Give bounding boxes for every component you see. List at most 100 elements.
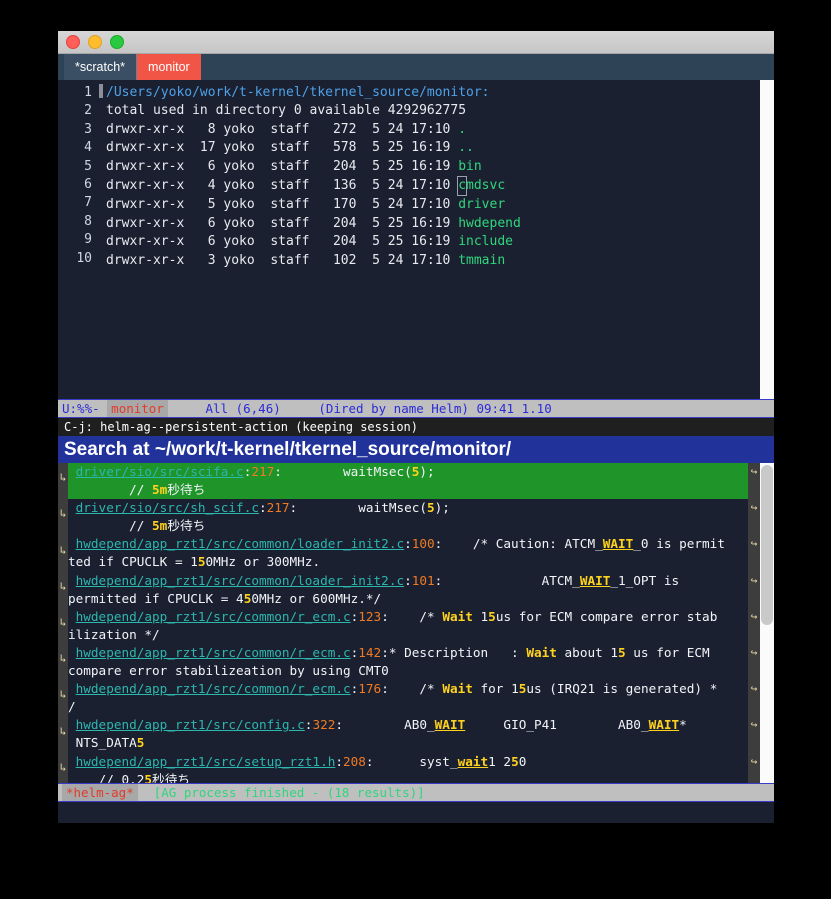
dired-row[interactable]: drwxr-xr-x 6 yoko staff 204 5 25 16:19 b… <box>106 158 760 176</box>
dired-scrollbar-thumb[interactable] <box>760 80 774 399</box>
helm-candidate-text: us for ECM compare error stab <box>495 608 718 624</box>
tab-monitor[interactable]: monitor <box>137 54 201 80</box>
helm-candidate-wrapped-line[interactable]: ilization */ <box>68 626 748 644</box>
line-number: 7 <box>84 195 92 211</box>
helm-candidate-wrapped-line[interactable]: // 5m秒待ち <box>68 481 748 499</box>
helm-candidate-head[interactable]: hwdepend/app_rzt1/src/common/loader_init… <box>68 572 748 590</box>
helm-candidate[interactable]: hwdepend/app_rzt1/src/common/loader_init… <box>68 535 748 571</box>
helm-candidate-text: GIO_P41 AB0_ <box>465 717 649 733</box>
helm-candidate[interactable]: hwdepend/app_rzt1/src/common/r_ecm.c:142… <box>68 644 748 680</box>
helm-left-fringe: ↳ ↳ ↳ ↳ ↳ ↳ ↳ ↳ ↳ <box>58 463 68 783</box>
helm-candidate-text: /* Caution: ATCM_ <box>442 536 603 552</box>
helm-candidate-head[interactable]: driver/sio/src/sh_scif.c:217: waitMsec(5… <box>68 499 748 517</box>
helm-candidate-text: _1_OPT is <box>610 572 687 588</box>
dired-listing[interactable]: /Users/yoko/work/t-kernel/tkernel_source… <box>106 80 760 399</box>
helm-candidate-text: WAIT <box>579 572 611 588</box>
helm-candidate[interactable]: hwdepend/app_rzt1/src/common/r_ecm.c:123… <box>68 608 748 644</box>
helm-candidate-head[interactable]: hwdepend/app_rzt1/src/config.c:322: AB0_… <box>68 716 748 734</box>
helm-candidate[interactable]: driver/sio/src/scifa.c:217: waitMsec(5);… <box>68 463 748 500</box>
helm-candidate-file: hwdepend/app_rzt1/src/common/loader_init… <box>75 536 405 552</box>
dired-row[interactable]: drwxr-xr-x 5 yoko staff 170 5 24 17:10 d… <box>106 196 760 214</box>
helm-candidate-wrapped-line[interactable]: // 5m秒待ち <box>68 517 748 535</box>
helm-candidate-text: 5m <box>152 518 168 534</box>
helm-candidate-file: hwdepend/app_rzt1/src/config.c <box>75 717 305 733</box>
helm-candidate[interactable]: hwdepend/app_rzt1/src/common/loader_init… <box>68 572 748 608</box>
dired-row-meta: drwxr-xr-x 6 yoko staff 204 5 25 16:19 <box>106 234 459 250</box>
helm-candidate-text: 5 <box>618 644 626 660</box>
helm-source-header: Search at ~/work/t-kernel/tkernel_source… <box>58 436 774 463</box>
modeline-buffer-name: monitor <box>107 400 168 417</box>
dired-scrollbar-trough[interactable] <box>760 80 774 399</box>
dired-path: /Users/yoko/work/t-kernel/tkernel_source… <box>106 85 490 100</box>
helm-candidate-lineno: 217 <box>266 500 290 516</box>
helm-candidate-lineno: 217 <box>251 464 275 479</box>
helm-candidate-wrapped-line[interactable]: NTS_DATA5 <box>68 734 748 752</box>
helm-candidate-wrapped-line[interactable]: compare error stabilizeation by using CM… <box>68 662 748 680</box>
helm-candidate[interactable]: hwdepend/app_rzt1/src/config.c:322: AB0_… <box>68 716 748 752</box>
helm-candidate-text: 5m <box>152 482 168 498</box>
helm-candidate-head[interactable]: hwdepend/app_rzt1/src/common/loader_init… <box>68 535 748 553</box>
dired-row[interactable]: drwxr-xr-x 8 yoko staff 272 5 24 17:10 . <box>106 121 760 139</box>
helm-candidate-text: wait <box>457 753 489 769</box>
screenshot-root: *scratch* monitor 1 2 3 4 5 6 7 8 9 10 /Users/yok… <box>0 0 831 899</box>
helm-candidate-wrapped-line[interactable]: / <box>68 698 748 716</box>
helm-buffer-name: *helm-ag* <box>62 784 138 801</box>
maximize-icon[interactable] <box>110 35 124 49</box>
line-number: 6 <box>84 177 92 193</box>
helm-candidate-text: ted if CPUCLK = 1 <box>68 554 198 570</box>
helm-candidate-text: 0 <box>518 753 527 769</box>
helm-candidate-wrapped-line[interactable]: ted if CPUCLK = 150MHz or 300MHz. <box>68 553 748 571</box>
line-continuation-icon: ↪ <box>750 501 758 515</box>
helm-candidate-head[interactable]: hwdepend/app_rzt1/src/common/r_ecm.c:142… <box>68 644 748 662</box>
helm-candidate-text: WAIT <box>434 717 466 733</box>
colon: : <box>335 753 343 769</box>
helm-candidate-text: /* <box>388 608 443 624</box>
dired-row-name: hwdepend <box>458 215 521 231</box>
minibuffer[interactable]: pattern: wait 5 <box>58 802 774 823</box>
helm-candidate-wrapped-line[interactable]: permitted if CPUCLK = 450MHz or 600MHz.*… <box>68 590 748 608</box>
dired-total: total used in directory 0 available 4292… <box>106 103 467 119</box>
helm-candidate-head[interactable]: hwdepend/app_rzt1/src/common/r_ecm.c:123… <box>68 608 748 626</box>
line-continuation-icon: ↪ <box>750 573 758 587</box>
helm-candidate-text: 5 <box>197 554 206 570</box>
helm-scrollbar-thumb[interactable] <box>761 465 773 625</box>
dired-row[interactable]: drwxr-xr-x 6 yoko staff 204 5 25 16:19 i… <box>106 233 760 251</box>
modeline-prefix: U:%%- <box>62 401 100 416</box>
colon: : <box>404 536 412 552</box>
dired-total-line: total used in directory 0 available 4292… <box>106 102 760 120</box>
dired-row[interactable]: drwxr-xr-x 6 yoko staff 204 5 25 16:19 h… <box>106 215 760 233</box>
line-continuation-icon: ↪ <box>750 537 758 551</box>
helm-candidate-file: driver/sio/src/scifa.c <box>75 464 244 479</box>
dired-row[interactable]: drwxr-xr-x 4 yoko staff 136 5 24 17:10 c… <box>106 176 760 197</box>
line-continuation-icon: ↪ <box>750 754 758 768</box>
dired-row-meta: drwxr-xr-x 17 yoko staff 578 5 25 16:19 <box>106 140 459 156</box>
line-number-column: 1 2 3 4 5 6 7 8 9 10 <box>58 80 96 399</box>
helm-candidate[interactable]: hwdepend/app_rzt1/src/common/r_ecm.c:176… <box>68 680 748 716</box>
emacs-window: *scratch* monitor 1 2 3 4 5 6 7 8 9 10 /Users/yok… <box>58 31 774 823</box>
tab-scratch[interactable]: *scratch* <box>64 54 138 80</box>
minimize-icon[interactable] <box>88 35 102 49</box>
helm-candidate-text: :* Description : <box>381 644 527 660</box>
helm-candidate-head[interactable]: hwdepend/app_rzt1/src/setup_rzt1.h:208: … <box>68 753 748 771</box>
close-icon[interactable] <box>66 35 80 49</box>
dired-row-name: bin <box>458 158 482 174</box>
dired-row[interactable]: drwxr-xr-x 17 yoko staff 578 5 25 16:19 … <box>106 139 760 157</box>
helm-candidate-wrapped-line[interactable]: // 0.25秒待ち <box>68 771 748 783</box>
dired-row[interactable]: drwxr-xr-x 3 yoko staff 102 5 24 17:10 t… <box>106 252 760 270</box>
dired-row-name: . <box>458 121 467 137</box>
helm-candidates[interactable]: driver/sio/src/scifa.c:217: waitMsec(5);… <box>68 463 748 783</box>
modeline-top: U:%%- monitor All (6,46) (Dired by name … <box>58 399 774 418</box>
dired-row-name: driver <box>458 197 506 213</box>
helm-scrollbar-trough[interactable] <box>760 463 774 783</box>
helm-candidate-head[interactable]: hwdepend/app_rzt1/src/common/r_ecm.c:176… <box>68 680 748 698</box>
helm-candidate-head[interactable]: driver/sio/src/scifa.c:217: waitMsec(5); <box>68 463 748 481</box>
helm-candidate[interactable]: driver/sio/src/sh_scif.c:217: waitMsec(5… <box>68 499 748 535</box>
helm-candidate-lineno: 142 <box>358 644 382 660</box>
modeline-bottom: *helm-ag* [AG process finished - (18 res… <box>58 783 774 802</box>
helm-candidate[interactable]: hwdepend/app_rzt1/src/setup_rzt1.h:208: … <box>68 753 748 784</box>
